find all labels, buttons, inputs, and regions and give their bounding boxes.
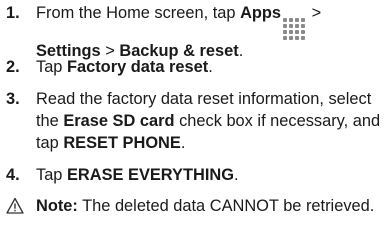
note-label: Note: (36, 197, 78, 215)
note-body: The deleted data CANNOT be retrieved. (77, 197, 375, 215)
period: . (208, 58, 213, 76)
note: Note: The deleted data CANNOT be retriev… (6, 195, 389, 217)
step-4: 4. Tap ERASE EVERYTHING. (6, 164, 389, 186)
factory-data-reset-label: Factory data reset (66, 58, 209, 76)
step-text: Tap ERASE EVERYTHING. (36, 164, 386, 186)
instructions-document: 1. From the Home screen, tap Apps > Sett… (0, 0, 389, 243)
step-number: 2. (6, 58, 20, 76)
step-text: From the Home screen, tap Apps > Setting… (36, 2, 386, 62)
warning-triangle-icon (6, 197, 24, 214)
step-2: 2. Tap Factory data reset. (6, 56, 389, 78)
step-text-part: Tap (36, 58, 67, 76)
step-3: 3. Read the factory data reset informati… (6, 88, 389, 154)
step-number: 4. (6, 166, 20, 184)
period: . (180, 134, 186, 152)
step-number: 1. (6, 4, 20, 22)
apps-label: Apps (240, 4, 282, 22)
separator: > (307, 4, 322, 22)
step-number: 3. (6, 90, 20, 108)
erase-everything-label: ERASE EVERYTHING (66, 166, 234, 184)
step-text: Tap Factory data reset. (36, 56, 386, 78)
period: . (233, 166, 239, 184)
step-text-part: Tap (36, 166, 67, 184)
step-1: 1. From the Home screen, tap Apps > Sett… (6, 2, 389, 62)
reset-phone-label: RESET PHONE (63, 134, 181, 152)
step-text: Read the factory data reset information,… (36, 88, 386, 154)
note-text: Note: The deleted data CANNOT be retriev… (36, 195, 386, 217)
step-text-part: From the Home screen, tap (36, 4, 241, 22)
apps-grid-icon (283, 18, 306, 40)
erase-sd-card-label: Erase SD card (63, 112, 175, 130)
